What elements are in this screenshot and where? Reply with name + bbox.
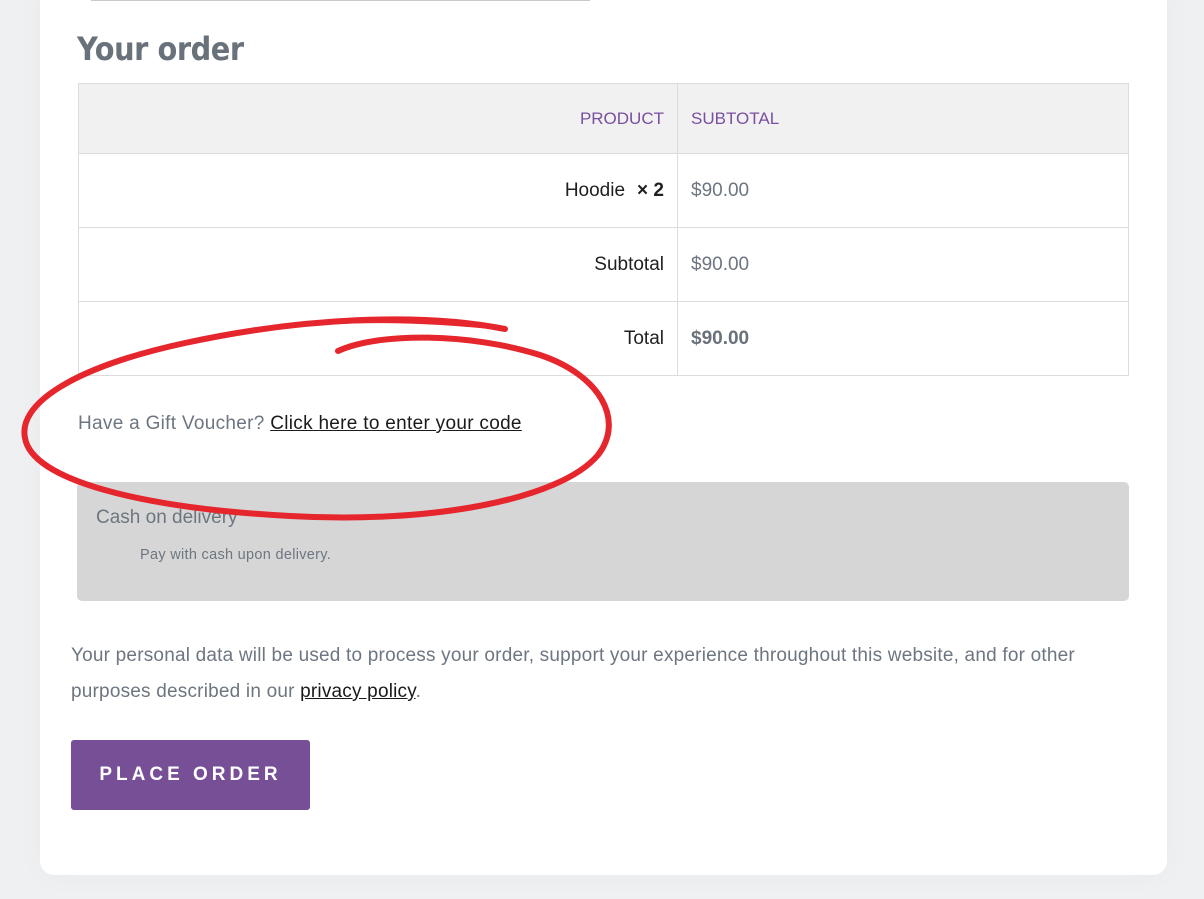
privacy-notice: Your personal data will be used to proce… bbox=[71, 638, 1131, 710]
payment-method-box[interactable]: Cash on delivery Pay with cash upon deli… bbox=[77, 482, 1129, 601]
privacy-policy-link[interactable]: privacy policy bbox=[300, 681, 415, 702]
product-cell: Hoodie × 2 bbox=[78, 153, 678, 228]
subtotal-label: Subtotal bbox=[78, 227, 678, 302]
product-price: $90.00 bbox=[677, 153, 1129, 228]
divider bbox=[91, 0, 590, 1]
total-value: $90.00 bbox=[677, 301, 1129, 376]
privacy-end: . bbox=[415, 681, 422, 702]
voucher-prompt: Have a Gift Voucher? bbox=[78, 413, 265, 434]
payment-method-description: Pay with cash upon delivery. bbox=[140, 547, 332, 563]
place-order-button[interactable]: PLACE ORDER bbox=[71, 740, 310, 810]
header-subtotal: SUBTOTAL bbox=[677, 83, 1129, 154]
privacy-text: Your personal data will be used to proce… bbox=[71, 645, 1075, 702]
enter-voucher-link[interactable]: Click here to enter your code bbox=[270, 413, 522, 434]
total-label: Total bbox=[78, 301, 678, 376]
payment-method-label: Cash on delivery bbox=[96, 507, 238, 528]
subtotal-row: Subtotal $90.00 bbox=[78, 227, 1129, 302]
product-name: Hoodie bbox=[564, 179, 626, 201]
table-header-row: PRODUCT SUBTOTAL bbox=[78, 83, 1129, 154]
order-heading: Your order bbox=[77, 30, 244, 68]
product-quantity: × 2 bbox=[637, 179, 664, 201]
header-product: PRODUCT bbox=[78, 83, 678, 154]
order-table: PRODUCT SUBTOTAL Hoodie × 2 $90.00 Subtot… bbox=[78, 83, 1129, 376]
table-row: Hoodie × 2 $90.00 bbox=[78, 153, 1129, 228]
total-row: Total $90.00 bbox=[78, 301, 1129, 376]
subtotal-value: $90.00 bbox=[677, 227, 1129, 302]
gift-voucher-notice: Have a Gift Voucher? Click here to enter… bbox=[78, 413, 522, 435]
